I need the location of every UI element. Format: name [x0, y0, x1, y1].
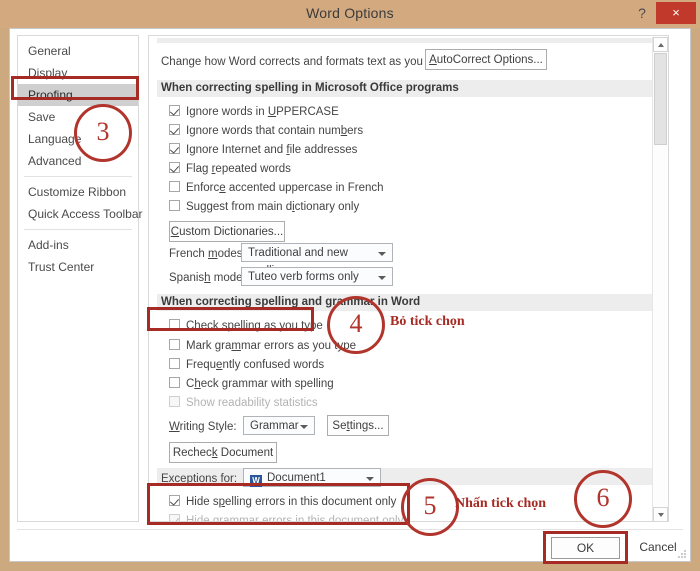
scroll-up-icon[interactable] [653, 37, 668, 52]
checkbox-suggest-main-dictionary[interactable]: Suggest from main dictionary only [169, 200, 359, 217]
recheck-document-button[interactable]: Recheck Document [169, 442, 277, 463]
annotation-box-ok [543, 531, 628, 564]
sidebar-item-customize-ribbon[interactable]: Customize Ribbon [18, 181, 138, 203]
checkbox-box[interactable] [169, 143, 180, 154]
checkbox-mark-grammar-errors[interactable]: Mark grammar errors as you type [169, 339, 356, 356]
autocorrect-label: Change how Word corrects and formats tex… [161, 56, 451, 68]
sidebar-item-trust-center[interactable]: Trust Center [18, 256, 138, 278]
annotation-box-hide-errors [147, 483, 410, 525]
checkbox-enforce-accented-uppercase[interactable]: Enforce accented uppercase in French [169, 181, 384, 198]
section-header-office: When correcting spelling in Microsoft Of… [157, 80, 660, 97]
checkbox-box[interactable] [169, 181, 180, 192]
autocorrect-options-button[interactable]: AutoCorrect Options... [425, 49, 547, 70]
footer-divider [17, 529, 683, 530]
french-modes-dropdown[interactable]: Traditional and new spellings [241, 243, 393, 277]
scroll-down-icon[interactable] [653, 507, 668, 521]
checkbox-show-readability-statistics: Show readability statistics [169, 396, 318, 413]
annotation-text-5: Nhấn tick chọn [455, 496, 547, 511]
checkbox-label: Ignore words in UPPERCASE [186, 106, 339, 118]
checkbox-label: Frequently confused words [186, 359, 325, 371]
annotation-box-proofing [11, 76, 139, 100]
writing-style-dropdown[interactable]: Grammar [243, 416, 315, 435]
grammar-settings-button[interactable]: Settings... [327, 415, 389, 436]
annotation-step-3: 3 [74, 104, 132, 162]
annotation-step-6: 6 [574, 470, 632, 528]
checkbox-ignore-internet-addresses[interactable]: Ignore Internet and file addresses [169, 143, 357, 160]
chevron-down-icon [378, 276, 386, 280]
annotation-box-check-spelling [147, 307, 314, 331]
writing-style-label: Writing Style: [169, 421, 237, 433]
spanish-modes-label: Spanish modes: [169, 272, 252, 284]
sidebar-divider-2 [24, 229, 132, 230]
checkbox-label: Enforce accented uppercase in French [186, 182, 384, 194]
scrollbar-thumb[interactable] [654, 53, 667, 145]
checkbox-box[interactable] [169, 358, 180, 369]
sidebar-item-quick-access-toolbar[interactable]: Quick Access Toolbar [18, 203, 143, 225]
checkbox-flag-repeated-words[interactable]: Flag repeated words [169, 162, 291, 179]
sidebar-item-add-ins[interactable]: Add-ins [18, 234, 138, 256]
checkbox-box[interactable] [169, 377, 180, 388]
spanish-modes-value: Tuteo verb forms only [248, 271, 359, 283]
sidebar: General Display Proofing Save Language A… [17, 35, 143, 522]
title-bar: Word Options ? × [0, 0, 700, 28]
checkbox-label: Ignore words that contain numbers [186, 125, 364, 137]
checkbox-label: Suggest from main dictionary only [186, 201, 360, 213]
panel-top-strip [157, 38, 657, 43]
close-icon[interactable]: × [656, 2, 696, 24]
checkbox-box[interactable] [169, 124, 180, 135]
word-options-dialog: Word Options ? × General Display Proofin… [0, 0, 700, 571]
help-icon[interactable]: ? [630, 2, 654, 24]
chevron-down-icon [300, 425, 308, 429]
custom-dictionaries-button[interactable]: Custom Dictionaries... [169, 221, 285, 242]
checkbox-box[interactable] [169, 162, 180, 173]
chevron-down-icon [378, 252, 386, 256]
annotation-step-5: 5 [401, 478, 459, 536]
cancel-button[interactable]: Cancel [628, 537, 688, 559]
checkbox-label: Show readability statistics [186, 397, 318, 409]
checkbox-ignore-uppercase[interactable]: Ignore words in UPPERCASE [169, 105, 339, 122]
checkbox-label: Flag repeated words [186, 163, 291, 175]
sidebar-item-general[interactable]: General [18, 40, 138, 62]
checkbox-frequently-confused-words[interactable]: Frequently confused words [169, 358, 324, 375]
annotation-text-4: Bỏ tick chọn [390, 314, 465, 329]
chevron-down-icon [366, 477, 374, 481]
checkbox-box [169, 396, 180, 407]
sidebar-divider-1 [24, 176, 132, 177]
checkbox-box[interactable] [169, 200, 180, 211]
checkbox-label: Check grammar with spelling [186, 378, 334, 390]
checkbox-ignore-numbers[interactable]: Ignore words that contain numbers [169, 124, 363, 141]
checkbox-check-grammar-with-spelling[interactable]: Check grammar with spelling [169, 377, 334, 394]
spanish-modes-dropdown[interactable]: Tuteo verb forms only [241, 267, 393, 286]
vertical-scrollbar[interactable] [652, 37, 668, 521]
french-modes-label: French modes: [169, 248, 246, 260]
checkbox-box[interactable] [169, 339, 180, 350]
proofing-panel: Change how Word corrects and formats tex… [148, 35, 669, 522]
writing-style-value: Grammar [250, 420, 299, 432]
page-title: Word Options [306, 5, 394, 21]
checkbox-box[interactable] [169, 105, 180, 116]
annotation-step-4: 4 [327, 296, 385, 354]
checkbox-label: Ignore Internet and file addresses [186, 144, 358, 156]
checkbox-label: Mark grammar errors as you type [186, 340, 357, 352]
